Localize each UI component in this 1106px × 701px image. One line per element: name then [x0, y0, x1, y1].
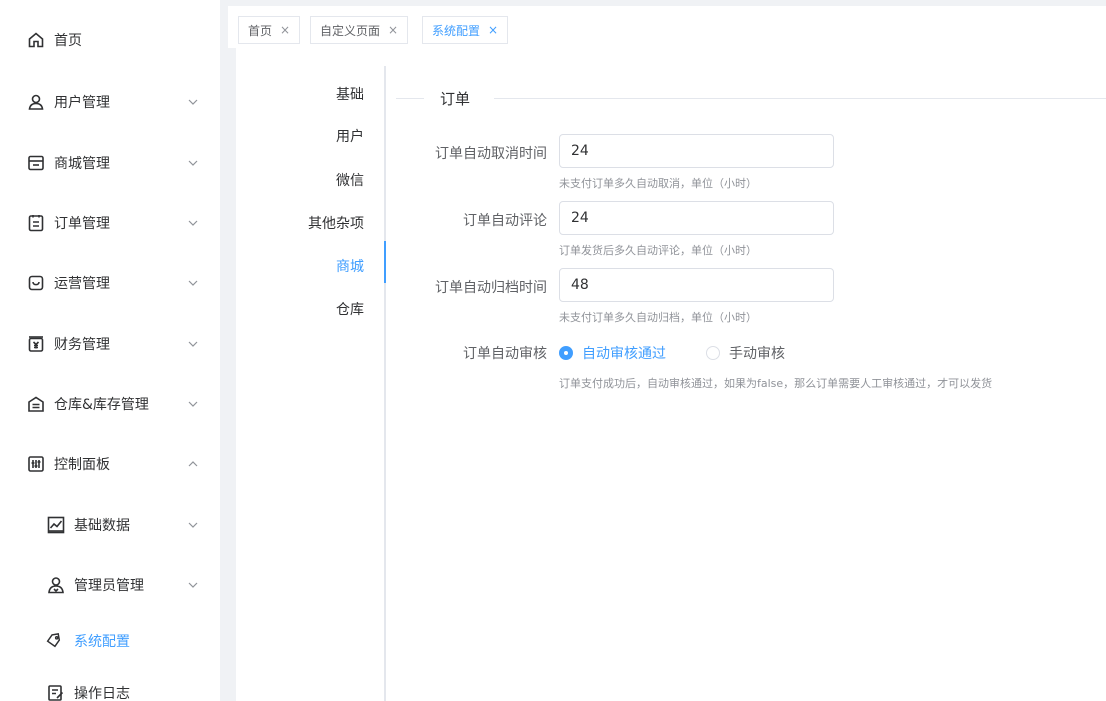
sidebar-item-label: 控制面板 [54, 457, 110, 473]
cancel-time-help: 未支付订单多久自动取消，单位（小时） [559, 177, 757, 190]
auto-audit-label: 订单自动审核 [463, 346, 547, 362]
sidebar-item-orders[interactable]: 订单管理 [0, 203, 220, 243]
chevron-up-icon [188, 461, 198, 467]
sidebar-item-warehouse[interactable]: 仓库&库存管理 [0, 384, 220, 424]
tab-wechat[interactable]: 微信 [336, 170, 364, 190]
sidebar-item-label: 商城管理 [54, 156, 110, 172]
sidebar-item-label: 管理员管理 [74, 578, 144, 594]
active-tab-indicator [384, 241, 386, 283]
warehouse-icon [27, 395, 45, 413]
chevron-down-icon [188, 160, 198, 166]
tab-label: 系统配置 [432, 23, 481, 38]
tag-icon [45, 632, 63, 650]
admin-icon [47, 576, 65, 594]
tab-label: 首页 [248, 23, 273, 38]
close-icon[interactable]: × [488, 23, 498, 37]
radio-manual-review[interactable]: 手动审核 [706, 343, 785, 363]
tab-mall[interactable]: 商城 [336, 256, 364, 276]
divider-line [494, 98, 1106, 99]
sidebar-item-operations[interactable]: 运营管理 [0, 263, 220, 303]
chevron-down-icon [188, 582, 198, 588]
sidebar-item-label: 基础数据 [74, 518, 130, 534]
close-icon[interactable]: × [280, 23, 290, 37]
tabs-bar: 首页 × 自定义页面 × 系统配置 × [228, 0, 1106, 48]
radio-label: 自动审核通过 [582, 346, 666, 362]
control-panel-icon [27, 455, 45, 473]
radio-label: 手动审核 [729, 346, 785, 362]
divider-line [396, 98, 424, 99]
sidebar-item-mall[interactable]: 商城管理 [0, 143, 220, 183]
vertical-tabs: 基础 用户 微信 其他杂项 商城 仓库 [236, 66, 386, 701]
chart-icon [47, 516, 65, 534]
sidebar-item-finance[interactable]: 财务管理 [0, 324, 220, 364]
sidebar-item-admin[interactable]: 管理员管理 [0, 565, 220, 605]
close-icon[interactable]: × [388, 23, 398, 37]
tab-home[interactable]: 首页 × [238, 16, 301, 44]
chevron-down-icon [188, 220, 198, 226]
sidebar-item-home[interactable]: 首页 [0, 20, 220, 60]
order-icon [27, 214, 45, 232]
sidebar-item-operation-log[interactable]: 操作日志 [0, 673, 220, 701]
cancel-time-label: 订单自动取消时间 [435, 146, 547, 162]
radio-unchecked-icon [706, 346, 720, 360]
archive-time-input[interactable] [559, 268, 834, 302]
sidebar-item-label: 首页 [54, 33, 82, 49]
sidebar-item-label: 财务管理 [54, 337, 110, 353]
auto-audit-help: 订单支付成功后，自动审核通过，如果为false，那么订单需要人工审核通过，才可以… [559, 377, 993, 390]
log-icon [47, 684, 65, 701]
sidebar-item-users[interactable]: 用户管理 [0, 82, 220, 122]
auto-comment-input[interactable] [559, 201, 834, 235]
section-title: 订单 [440, 90, 471, 108]
tab-misc[interactable]: 其他杂项 [308, 213, 364, 233]
chevron-down-icon [188, 280, 198, 286]
archive-time-help: 未支付订单多久自动归档，单位（小时） [559, 311, 757, 324]
chevron-down-icon [188, 341, 198, 347]
finance-icon [27, 335, 45, 353]
tab-basic[interactable]: 基础 [336, 84, 364, 104]
sidebar-item-label: 仓库&库存管理 [54, 397, 149, 413]
chevron-down-icon [188, 99, 198, 105]
tab-warehouse[interactable]: 仓库 [336, 299, 364, 319]
chevron-down-icon [188, 522, 198, 528]
sidebar: 首页 用户管理 商城管理 订单管理 运营管理 财务管理 仓库&库存管理 控制面板… [0, 0, 220, 701]
tab-system-config[interactable]: 系统配置 × [422, 16, 509, 44]
main-content: 基础 用户 微信 其他杂项 商城 仓库 订单 订单自动取消时间 未支付订单多久自… [236, 48, 1106, 701]
tab-custom-page[interactable]: 自定义页面 × [310, 16, 409, 44]
sidebar-item-label: 运营管理 [54, 276, 110, 292]
operation-icon [27, 274, 45, 292]
radio-auto-approve[interactable]: 自动审核通过 [559, 343, 666, 363]
archive-time-label: 订单自动归档时间 [435, 280, 547, 296]
app-root: 首页 用户管理 商城管理 订单管理 运营管理 财务管理 仓库&库存管理 控制面板… [0, 0, 1106, 701]
tab-user[interactable]: 用户 [336, 126, 364, 146]
sidebar-item-label: 用户管理 [54, 95, 110, 111]
sidebar-item-system-config[interactable]: 系统配置 [0, 621, 220, 661]
cancel-time-input[interactable] [559, 134, 834, 168]
sidebar-item-control-panel[interactable]: 控制面板 [0, 444, 220, 484]
sidebar-item-label: 订单管理 [54, 216, 110, 232]
home-icon [27, 31, 45, 49]
sidebar-item-label: 系统配置 [74, 634, 130, 650]
tab-label: 自定义页面 [320, 23, 381, 38]
chevron-down-icon [188, 401, 198, 407]
auto-comment-label: 订单自动评论 [463, 213, 547, 229]
sidebar-item-basic-data[interactable]: 基础数据 [0, 505, 220, 545]
sidebar-item-label: 操作日志 [74, 686, 130, 701]
auto-comment-help: 订单发货后多久自动评论，单位（小时） [559, 244, 757, 257]
user-icon [27, 93, 45, 111]
radio-checked-icon [559, 346, 573, 360]
store-icon [27, 154, 45, 172]
